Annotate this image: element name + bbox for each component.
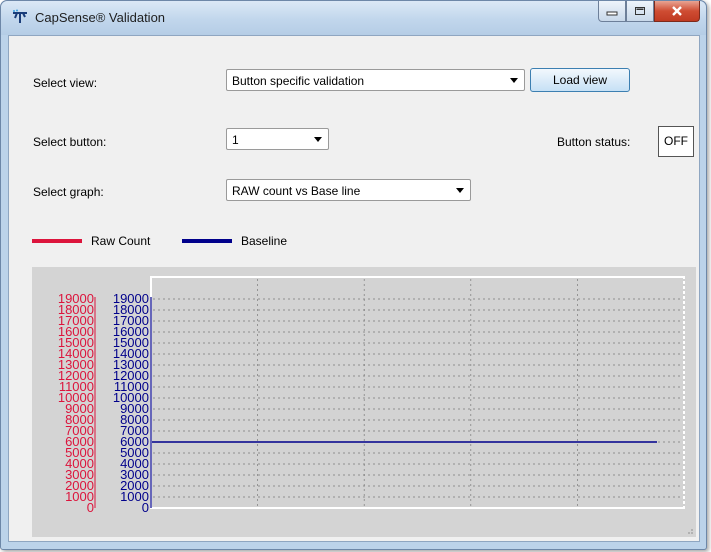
plot-area xyxy=(150,276,685,509)
app-icon xyxy=(13,9,27,23)
graph-select-value: RAW count vs Base line xyxy=(232,184,361,198)
legend-swatch-baseline xyxy=(182,239,232,243)
resize-grip-icon[interactable] xyxy=(684,525,694,535)
legend-swatch-raw xyxy=(32,239,82,243)
view-select-value: Button specific validation xyxy=(232,74,365,88)
button-select-value: 1 xyxy=(232,133,239,147)
maximize-button[interactable] xyxy=(626,1,654,22)
baseline-axis-tick-label: 19000 xyxy=(113,291,149,306)
window-title: CapSense® Validation xyxy=(35,10,166,25)
load-view-button[interactable]: Load view xyxy=(530,68,630,92)
minimize-button[interactable] xyxy=(598,1,626,22)
chevron-down-icon xyxy=(510,78,518,83)
legend-label-baseline: Baseline xyxy=(241,234,288,248)
chart-area: 0 0 1000 1000 2000 2000 3000 3000 4000 4000 5000 50… xyxy=(32,267,696,537)
maximize-icon xyxy=(635,7,645,15)
app-window: CapSense® Validation Select view: Button… xyxy=(0,0,707,550)
raw-axis-tick-label: 19000 xyxy=(58,291,94,306)
button-status-label: Button status: xyxy=(557,135,631,149)
chevron-down-icon xyxy=(314,137,322,142)
minimize-icon xyxy=(606,11,618,16)
select-view-label: Select view: xyxy=(33,76,98,90)
chevron-down-icon xyxy=(456,188,464,193)
chart: 0 01000 10002000 20003000 30004000 40005000 50… xyxy=(58,276,685,515)
client-area: Select view: Button specific validation … xyxy=(8,35,700,542)
view-select[interactable]: Button specific validation xyxy=(226,69,525,91)
select-button-label: Select button: xyxy=(33,135,107,149)
button-status-value: OFF xyxy=(658,126,694,157)
button-select[interactable]: 1 xyxy=(226,128,329,150)
graph-select[interactable]: RAW count vs Base line xyxy=(226,179,471,201)
select-graph-label: Select graph: xyxy=(33,185,104,199)
close-icon xyxy=(672,6,682,16)
close-button[interactable] xyxy=(654,1,700,22)
caption-buttons xyxy=(598,1,700,23)
title-bar[interactable]: CapSense® Validation xyxy=(1,1,706,35)
legend-label-raw: Raw Count xyxy=(91,234,151,248)
